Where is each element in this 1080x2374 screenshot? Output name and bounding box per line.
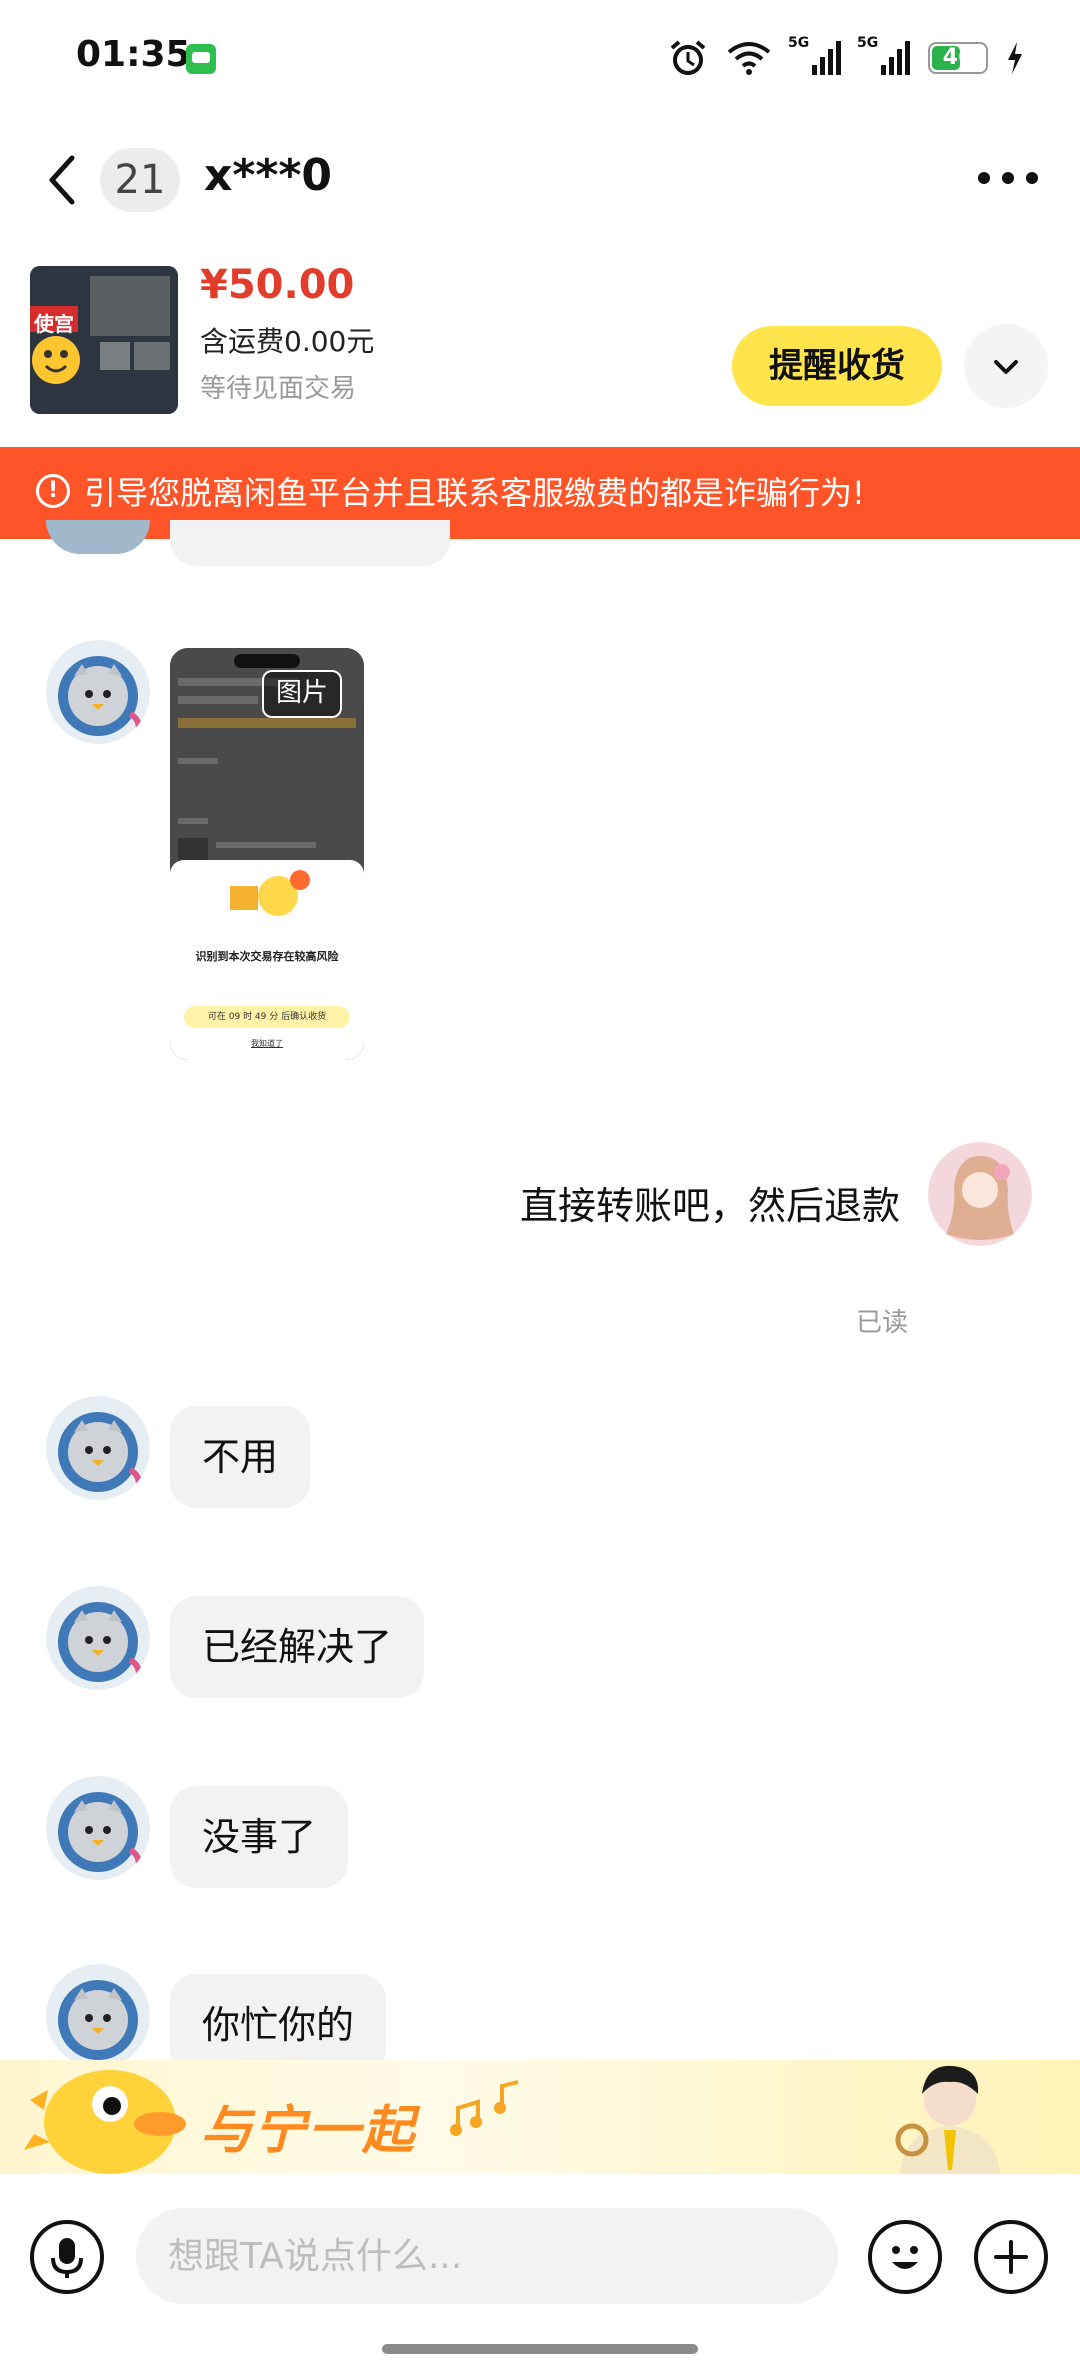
chevron-down-icon — [994, 360, 1018, 374]
avatar[interactable] — [46, 520, 150, 554]
message-bubble: 没事了 — [170, 1786, 349, 1888]
remind-receipt-button[interactable]: 提醒收货 — [732, 326, 942, 406]
message-input[interactable] — [136, 2208, 838, 2304]
network-label: 5G — [857, 35, 879, 51]
product-card[interactable]: 使宫 ¥50.00 含运费0.00元 等待见面交易 提醒收货 — [0, 250, 1080, 450]
message-bubble: 已经解决了 — [170, 1596, 425, 1698]
image-message[interactable]: 图片 识别到本次交易存在较高风险 可在 09 时 49 分 后确认收货 我知道了 — [170, 648, 364, 1060]
avatar[interactable] — [46, 1396, 150, 1500]
avatar[interactable] — [46, 1586, 150, 1690]
more-actions-button[interactable] — [974, 2220, 1048, 2294]
signal-icon: 5G — [857, 35, 910, 75]
unread-count-badge[interactable]: 21 — [100, 148, 180, 212]
mascot-icon — [24, 2070, 186, 2174]
emoji-icon — [892, 2246, 918, 2269]
image-tag: 图片 — [261, 670, 342, 718]
signal-icon: 5G — [788, 35, 841, 75]
emoji-button[interactable] — [868, 2220, 942, 2294]
avatar[interactable] — [46, 1776, 150, 1880]
product-price: ¥50.00 — [200, 262, 355, 308]
more-icon[interactable] — [974, 158, 1042, 198]
music-note-icon — [450, 2080, 519, 2136]
read-receipt: 已读 — [856, 1308, 909, 1338]
product-thumbnail[interactable]: 使宫 — [30, 266, 178, 414]
message-bubble: 不用 — [170, 1406, 311, 1508]
message-icon — [186, 44, 216, 74]
promo-banner[interactable]: 与宁一起 — [0, 2060, 1080, 2174]
chat-header: 21 x***0 — [0, 130, 1080, 230]
wifi-icon — [727, 42, 771, 75]
expand-button[interactable] — [964, 324, 1048, 408]
battery-level: 46 — [942, 45, 974, 70]
battery-icon: 46 — [928, 42, 988, 74]
trade-status: 等待见面交易 — [200, 374, 357, 404]
home-indicator[interactable] — [382, 2344, 698, 2354]
status-icons: 5G 5G 46 — [668, 35, 1024, 78]
microphone-icon — [51, 2238, 83, 2278]
peer-name[interactable]: x***0 — [204, 150, 332, 201]
plus-icon — [994, 2240, 1028, 2274]
voice-button[interactable] — [30, 2220, 104, 2294]
popup-link: 我知道了 — [251, 1039, 283, 1048]
message-bubble — [170, 520, 450, 566]
alarm-icon — [670, 40, 706, 75]
my-avatar[interactable] — [928, 1142, 1032, 1246]
shipping-fee: 含运费0.00元 — [200, 325, 375, 358]
warning-icon: ! — [36, 474, 70, 508]
spokesperson-image — [895, 2065, 1000, 2174]
sent-message: 直接转账吧，然后退款 — [519, 1184, 900, 1228]
avatar[interactable] — [46, 640, 150, 744]
thumbnail-label: 使宫 — [34, 312, 74, 336]
avatar[interactable] — [46, 1964, 150, 2068]
risk-popup-preview: 识别到本次交易存在较高风险 可在 09 时 49 分 后确认收货 我知道了 — [170, 860, 364, 1060]
status-time: 01:35 — [76, 34, 191, 75]
status-bar: 01:35 5G 5G 46 — [0, 0, 1080, 120]
charging-icon — [1008, 42, 1022, 74]
back-icon[interactable] — [40, 150, 84, 210]
banner-slogan: 与宁一起 — [200, 2101, 417, 2161]
popup-title: 识别到本次交易存在较高风险 — [195, 950, 339, 963]
fraud-warning-banner: ! 引导您脱离闲鱼平台并且联系客服缴费的都是诈骗行为! — [0, 447, 1080, 539]
popup-bar: 可在 09 时 49 分 后确认收货 — [184, 1006, 350, 1028]
network-label: 5G — [788, 35, 810, 51]
